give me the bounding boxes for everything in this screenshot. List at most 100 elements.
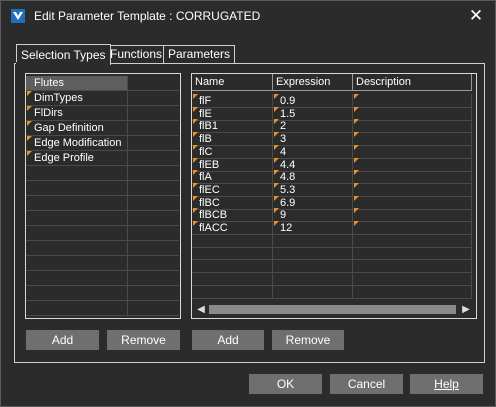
cell-expression[interactable]: 1.5 <box>273 106 353 120</box>
cell-expression[interactable]: 5.3 <box>273 182 353 196</box>
list-item[interactable]: Edge Modification <box>26 136 179 151</box>
cell-name[interactable]: flC <box>192 144 273 158</box>
cell-expression[interactable]: 2 <box>273 119 353 133</box>
cell-description[interactable] <box>353 246 472 260</box>
cell-description[interactable] <box>353 157 472 171</box>
column-header-name[interactable]: Name <box>192 74 273 90</box>
cell-name[interactable] <box>192 233 273 247</box>
list-item[interactable] <box>26 166 179 181</box>
cell-expression[interactable]: 4 <box>273 144 353 158</box>
cell-description[interactable] <box>353 182 472 196</box>
cell-marker-icon <box>354 106 359 112</box>
cell-description[interactable] <box>353 221 472 234</box>
list-item[interactable] <box>26 226 179 241</box>
cell-text: 4.4 <box>280 158 296 171</box>
help-button[interactable]: Help <box>410 374 483 394</box>
cell-expression[interactable] <box>273 271 353 285</box>
cell-marker-icon <box>354 132 359 138</box>
cell-name[interactable]: flEC <box>192 182 273 196</box>
close-icon[interactable]: ✕ <box>463 4 489 28</box>
list-item-label: Gap Definition <box>26 121 128 135</box>
table-row[interactable] <box>192 284 472 299</box>
cell-description[interactable] <box>353 208 472 222</box>
cell-expression[interactable] <box>273 259 353 273</box>
list-item[interactable] <box>26 241 179 256</box>
cell-marker-icon <box>354 208 359 214</box>
cell-name[interactable]: flA <box>192 170 273 184</box>
cell-expression[interactable]: 6.9 <box>273 195 353 209</box>
cell-expression[interactable] <box>273 246 353 260</box>
cell-expression[interactable]: 4.4 <box>273 157 353 171</box>
ok-button[interactable]: OK <box>249 374 322 394</box>
cell-name[interactable]: flB <box>192 132 273 146</box>
cell-name[interactable]: flACC <box>192 221 273 234</box>
cell-description[interactable] <box>353 271 472 285</box>
cell-name[interactable]: flB1 <box>192 119 273 133</box>
column-header-description[interactable]: Description <box>353 74 472 90</box>
horizontal-scrollbar[interactable]: ◀ ▶ <box>192 301 476 318</box>
cell-name[interactable]: flBC <box>192 195 273 209</box>
list-item[interactable] <box>26 181 179 196</box>
cell-marker-icon <box>274 106 279 112</box>
list-item-label <box>26 241 128 255</box>
cell-expression[interactable]: 4.8 <box>273 170 353 184</box>
column-header-expression[interactable]: Expression <box>273 74 353 90</box>
remove-selection-type-button[interactable]: Remove <box>107 330 180 350</box>
cell-marker-icon <box>274 157 279 163</box>
list-item[interactable] <box>26 271 179 286</box>
cell-name[interactable]: flF <box>192 94 273 107</box>
scroll-right-icon[interactable]: ▶ <box>460 303 472 316</box>
cell-description[interactable] <box>353 233 472 247</box>
scrollbar-thumb[interactable] <box>209 305 456 314</box>
cell-expression[interactable]: 0.9 <box>273 94 353 107</box>
cell-description[interactable] <box>353 284 472 298</box>
cancel-button[interactable]: Cancel <box>330 374 403 394</box>
scroll-left-icon[interactable]: ◀ <box>195 303 207 316</box>
list-item[interactable] <box>26 196 179 211</box>
list-item[interactable]: Flutes <box>26 76 179 91</box>
cell-expression[interactable]: 9 <box>273 208 353 222</box>
cell-expression[interactable]: 12 <box>273 221 353 234</box>
list-item[interactable] <box>26 256 179 271</box>
cell-description[interactable] <box>353 119 472 133</box>
parameters-table[interactable]: Name Expression Description flF 0.9 flE 1.5… <box>191 73 477 319</box>
tab-functions[interactable]: Functions <box>105 45 168 63</box>
add-parameter-button[interactable]: Add <box>192 330 264 350</box>
cell-expression[interactable] <box>273 233 353 247</box>
add-selection-type-button[interactable]: Add <box>26 330 99 350</box>
active-tab-joint <box>16 62 104 65</box>
cell-text: flF <box>199 95 212 107</box>
cell-name[interactable] <box>192 284 273 298</box>
cell-description[interactable] <box>353 259 472 273</box>
cell-name[interactable]: flE <box>192 106 273 120</box>
cell-marker-icon <box>274 170 279 176</box>
cell-description[interactable] <box>353 170 472 184</box>
list-item[interactable]: Gap Definition <box>26 121 179 136</box>
cell-name[interactable] <box>192 271 273 285</box>
cell-expression[interactable] <box>273 284 353 298</box>
list-item[interactable] <box>26 211 179 226</box>
list-item[interactable]: FlDirs <box>26 106 179 121</box>
list-item-label <box>26 286 128 300</box>
cell-description[interactable] <box>353 195 472 209</box>
list-item-label <box>26 211 128 225</box>
cell-marker-icon <box>354 182 359 188</box>
cell-name[interactable]: flEB <box>192 157 273 171</box>
title-bar[interactable]: Edit Parameter Template : CORRUGATED ✕ <box>1 1 495 31</box>
cell-name[interactable]: flBCB <box>192 208 273 222</box>
list-item[interactable]: Edge Profile <box>26 151 179 166</box>
cell-description[interactable] <box>353 144 472 158</box>
cell-marker-icon <box>354 94 359 99</box>
list-item[interactable] <box>26 301 179 316</box>
selection-types-list[interactable]: Flutes DimTypes FlDirs Gap Definition Edge M… <box>25 73 181 319</box>
cell-expression[interactable]: 3 <box>273 132 353 146</box>
cell-name[interactable] <box>192 246 273 260</box>
cell-description[interactable] <box>353 94 472 107</box>
list-item[interactable] <box>26 286 179 301</box>
remove-parameter-button[interactable]: Remove <box>272 330 344 350</box>
list-item[interactable]: DimTypes <box>26 91 179 106</box>
tab-parameters[interactable]: Parameters <box>163 45 236 63</box>
cell-description[interactable] <box>353 106 472 120</box>
cell-name[interactable] <box>192 259 273 273</box>
cell-description[interactable] <box>353 132 472 146</box>
